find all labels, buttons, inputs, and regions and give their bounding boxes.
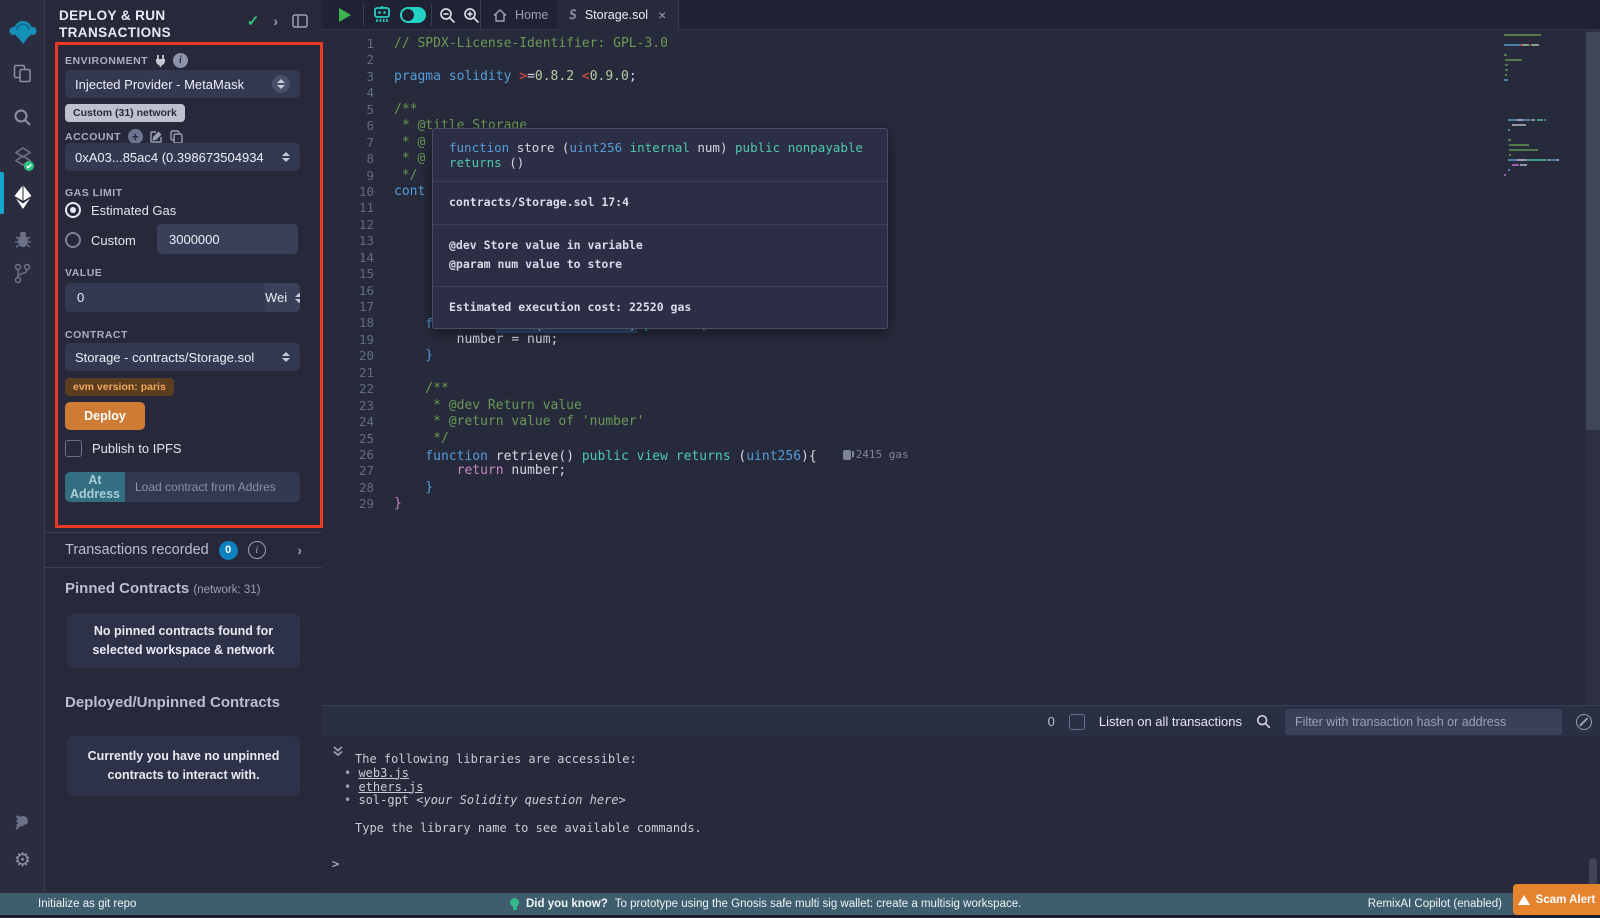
close-tab-icon[interactable]: × xyxy=(658,7,666,23)
home-icon xyxy=(493,9,507,22)
value-input[interactable] xyxy=(65,283,265,312)
solidity-file-icon: S xyxy=(568,8,578,23)
minimap[interactable] xyxy=(1504,34,1586,179)
tooltip-signature: function store (uint256 internal num) pu… xyxy=(433,129,887,182)
unpinned-empty-message: Currently you have no unpinnedcontracts … xyxy=(67,736,300,796)
transactions-recorded-row: Transactions recorded 0 i › xyxy=(45,532,322,568)
editor-tabbar: Home S Storage.sol × xyxy=(322,0,1600,30)
terminal-search-icon xyxy=(1256,714,1271,729)
value-unit-select[interactable]: Wei xyxy=(265,283,300,312)
account-label: ACCOUNT + xyxy=(65,129,183,144)
edit-account-icon[interactable] xyxy=(150,130,163,143)
zoom-out-icon[interactable] xyxy=(435,0,459,30)
transaction-filter-input[interactable] xyxy=(1285,709,1562,735)
terminal-intro-line: The following libraries are accessible: xyxy=(355,753,702,767)
pin-panel-icon[interactable] xyxy=(292,14,308,28)
environment-info-icon[interactable]: i xyxy=(173,53,188,68)
run-script-button[interactable] xyxy=(330,0,360,30)
transactions-recorded-label: Transactions recorded xyxy=(65,542,209,558)
custom-gas-radio[interactable] xyxy=(65,232,81,248)
add-account-icon[interactable]: + xyxy=(128,129,143,144)
account-select[interactable]: 0xA03...85ac4 (0.398673504934 xyxy=(65,143,300,171)
value-label: VALUE xyxy=(65,267,102,279)
did-you-know-tip: Did you know? To prototype using the Gno… xyxy=(510,898,1021,910)
custom-gas-radio-row[interactable]: Custom xyxy=(65,232,136,248)
at-address-button[interactable]: At Address xyxy=(65,472,125,502)
tab-home[interactable]: Home xyxy=(480,0,561,30)
network-badge: Custom (31) network xyxy=(65,104,185,122)
environment-label: ENVIRONMENT i xyxy=(65,53,188,68)
terminal-lib-ethers[interactable]: ethers.js xyxy=(344,781,702,795)
clear-console-icon[interactable] xyxy=(1576,714,1592,730)
estimated-gas-radio[interactable] xyxy=(65,202,81,218)
search-icon[interactable] xyxy=(0,100,45,134)
file-explorer-icon[interactable] xyxy=(0,56,45,90)
expand-chevron-icon[interactable]: › xyxy=(273,13,278,29)
environment-select[interactable]: Injected Provider - MetaMask xyxy=(65,70,300,98)
at-address-input[interactable] xyxy=(125,472,300,502)
collapse-terminal-icon[interactable] xyxy=(332,745,344,760)
remix-ide-window: ⚙ DEPLOY & RUN TRANSACTIONS ✓ › ENVIRONM… xyxy=(0,0,1600,918)
estimated-gas-radio-row[interactable]: Estimated Gas xyxy=(65,202,176,218)
git-icon[interactable] xyxy=(0,256,45,290)
deploy-run-panel: DEPLOY & RUN TRANSACTIONS ✓ › ENVIRONMEN… xyxy=(45,0,322,893)
icon-rail: ⚙ xyxy=(0,0,45,893)
publish-ipfs-checkbox[interactable] xyxy=(65,440,82,457)
deploy-run-icon[interactable] xyxy=(0,180,45,214)
editor-scrollbar-thumb[interactable] xyxy=(1586,32,1600,430)
warning-triangle-icon xyxy=(1518,895,1530,905)
editor-scrollbar[interactable] xyxy=(1586,30,1600,705)
plugin-manager-icon[interactable] xyxy=(0,805,45,839)
evm-version-badge: evm version: paris xyxy=(65,378,174,396)
remix-logo-icon[interactable] xyxy=(0,10,45,54)
terminal-output[interactable]: The following libraries are accessible: … xyxy=(322,737,1600,893)
listen-all-transactions-checkbox[interactable] xyxy=(1069,714,1085,730)
transactions-count-badge: 0 xyxy=(219,541,238,560)
settings-gear-icon[interactable]: ⚙ xyxy=(0,843,45,877)
contract-label: CONTRACT xyxy=(65,329,128,341)
estimated-gas-label: Estimated Gas xyxy=(91,203,176,218)
tab-storage-sol[interactable]: S Storage.sol × xyxy=(557,0,679,30)
terminal-hint-line: Type the library name to see available c… xyxy=(355,822,702,836)
terminal: 0 Listen on all transactions The followi… xyxy=(322,705,1600,893)
contract-select[interactable]: Storage - contracts/Storage.sol xyxy=(65,343,300,371)
ai-copilot-robot-icon[interactable] xyxy=(368,0,396,30)
pinned-empty-message: No pinned contracts found forselected wo… xyxy=(67,614,300,668)
copilot-status[interactable]: RemixAI Copilot (enabled) xyxy=(1368,898,1502,910)
plug-icon[interactable] xyxy=(155,55,166,67)
terminal-lib-solgpt: sol-gpt <your Solidity question here> xyxy=(344,794,702,808)
transactions-expand-icon[interactable]: › xyxy=(297,542,302,558)
custom-gas-input[interactable] xyxy=(157,224,298,254)
transactions-info-icon[interactable]: i xyxy=(248,541,266,559)
terminal-tx-count: 0 xyxy=(1048,714,1055,729)
tooltip-doc: @dev Store value in variable @param num … xyxy=(433,225,887,287)
terminal-prompt[interactable]: > xyxy=(332,857,339,871)
debugger-icon[interactable] xyxy=(0,222,45,256)
unpinned-contracts-title: Deployed/Unpinned Contracts xyxy=(65,694,280,711)
listen-all-transactions-label: Listen on all transactions xyxy=(1099,714,1242,729)
hover-tooltip: function store (uint256 internal num) pu… xyxy=(432,128,888,329)
deploy-button[interactable]: Deploy xyxy=(65,402,145,430)
copilot-toggle[interactable] xyxy=(398,0,428,30)
compile-check-icon: ✓ xyxy=(247,12,260,30)
publish-ipfs-label: Publish to IPFS xyxy=(92,441,182,456)
gas-limit-label: GAS LIMIT xyxy=(65,187,123,199)
status-bar: Initialize as git repo Did you know? To … xyxy=(0,893,1600,915)
environment-caret-icon xyxy=(272,75,290,93)
panel-title: DEPLOY & RUN TRANSACTIONS xyxy=(59,8,209,42)
terminal-toolbar: 0 Listen on all transactions xyxy=(322,705,1600,737)
custom-gas-label: Custom xyxy=(91,233,136,248)
tooltip-execution-cost: Estimated execution cost: 22520 gas xyxy=(433,287,887,329)
lightbulb-icon xyxy=(510,898,519,910)
terminal-lib-web3[interactable]: web3.js xyxy=(344,767,702,781)
tooltip-location: contracts/Storage.sol 17:4 xyxy=(433,182,887,225)
scam-alert-button[interactable]: Scam Alert xyxy=(1513,884,1600,915)
git-init-button[interactable]: Initialize as git repo xyxy=(38,898,136,910)
solidity-compiler-icon[interactable] xyxy=(0,142,45,176)
copy-account-icon[interactable] xyxy=(170,130,183,143)
pinned-contracts-title: Pinned Contracts (network: 31) xyxy=(65,580,260,597)
line-numbers: 1234567891011121314151617181920212223242… xyxy=(322,36,374,513)
publish-ipfs-row[interactable]: Publish to IPFS xyxy=(65,440,182,457)
editor-main: Home S Storage.sol × 1234567891011121314… xyxy=(322,0,1600,893)
